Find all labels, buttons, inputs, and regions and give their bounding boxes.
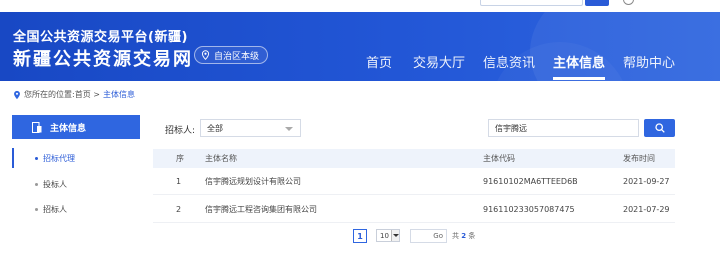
page-size-value: 10 <box>380 231 389 240</box>
table-header: 序 主体名称 主体代码 发布时间 <box>153 149 675 168</box>
sidebar-item-bidder[interactable]: 投标人 <box>12 174 140 194</box>
page-jump-label: Go <box>433 232 443 240</box>
document-icon <box>32 121 42 133</box>
search-button[interactable] <box>644 119 675 137</box>
nav-trading-hall[interactable]: 交易大厅 <box>413 52 465 71</box>
tenderer-select-value: 全部 <box>207 123 223 133</box>
breadcrumb-current: 主体信息 <box>102 90 135 99</box>
top-search-button[interactable] <box>585 0 609 6</box>
page-button-current[interactable]: 1 <box>353 229 367 243</box>
col-seq: 序 <box>176 154 184 163</box>
table-row[interactable]: 2 信宇腾远工程咨询集团有限公司 916110233057087475 2021… <box>153 197 675 223</box>
bullet-icon <box>35 156 38 160</box>
sidebar-heading-label: 主体信息 <box>50 123 87 134</box>
site-subtitle: 全国公共资源交易平台(新疆) <box>13 30 188 45</box>
sidebar-heading: 主体信息 <box>12 115 140 139</box>
site-title: 新疆公共资源交易网 <box>13 49 193 70</box>
nav-help-center[interactable]: 帮助中心 <box>623 52 675 71</box>
sidebar-item-label: 招标代理 <box>43 153 75 163</box>
total-prefix: 共 <box>452 232 459 240</box>
page-size-select[interactable]: 10 <box>376 229 400 242</box>
row-date: 2021-07-29 <box>623 205 670 214</box>
bullet-icon <box>35 207 38 211</box>
row-code: 91610102MA6TTEED6B <box>483 177 578 186</box>
tenderer-select[interactable]: 全部 <box>200 119 301 137</box>
col-name: 主体名称 <box>205 154 237 163</box>
row-name[interactable]: 信宇腾远规划设计有限公司 <box>205 169 301 195</box>
user-icon[interactable] <box>623 0 634 5</box>
breadcrumb: 您所在的位置:首页 > 主体信息 <box>13 89 135 100</box>
location-pin-icon <box>14 90 20 99</box>
table-row[interactable]: 1 信宇腾远规划设计有限公司 91610102MA6TTEED6B 2021-0… <box>153 169 675 195</box>
nav-home[interactable]: 首页 <box>366 52 392 71</box>
total-count: 共 2 条 <box>452 231 475 241</box>
search-icon <box>654 123 665 133</box>
sidebar-item-label: 招标人 <box>43 204 67 214</box>
filter-label: 招标人: <box>165 126 196 136</box>
region-label: 自治区本级 <box>214 51 260 62</box>
nav-news[interactable]: 信息资讯 <box>483 52 535 71</box>
col-code: 主体代码 <box>483 154 515 163</box>
site-header: 全国公共资源交易平台(新疆) 新疆公共资源交易网 自治区本级 首页 交易大厅 信… <box>0 12 720 81</box>
row-seq: 2 <box>176 205 182 214</box>
top-search-input[interactable] <box>480 0 583 6</box>
row-name[interactable]: 信宇腾远工程咨询集团有限公司 <box>205 197 317 223</box>
search-input-value: 信宇腾远 <box>495 123 527 133</box>
sidebar-item-tender-agent[interactable]: 招标代理 <box>12 148 140 168</box>
nav-entity-info[interactable]: 主体信息 <box>553 52 606 80</box>
row-date: 2021-09-27 <box>623 177 670 186</box>
chevron-down-icon <box>391 230 399 241</box>
total-suffix: 条 <box>468 232 476 240</box>
sidebar-item-tenderer[interactable]: 招标人 <box>12 199 140 219</box>
location-pin-icon <box>201 50 210 60</box>
top-strip <box>0 0 720 12</box>
total-number: 2 <box>461 232 467 240</box>
search-input[interactable]: 信宇腾远 <box>488 119 639 137</box>
row-seq: 1 <box>176 177 182 186</box>
page-jump-button[interactable]: Go <box>410 229 447 243</box>
col-date: 发布时间 <box>623 154 655 163</box>
breadcrumb-prefix[interactable]: 您所在的位置:首页 > <box>24 89 100 100</box>
chevron-down-icon <box>285 127 293 131</box>
sidebar-item-label: 投标人 <box>43 179 67 189</box>
bullet-icon <box>35 182 38 186</box>
region-selector[interactable]: 自治区本级 <box>194 46 269 64</box>
row-code: 916110233057087475 <box>483 205 575 214</box>
